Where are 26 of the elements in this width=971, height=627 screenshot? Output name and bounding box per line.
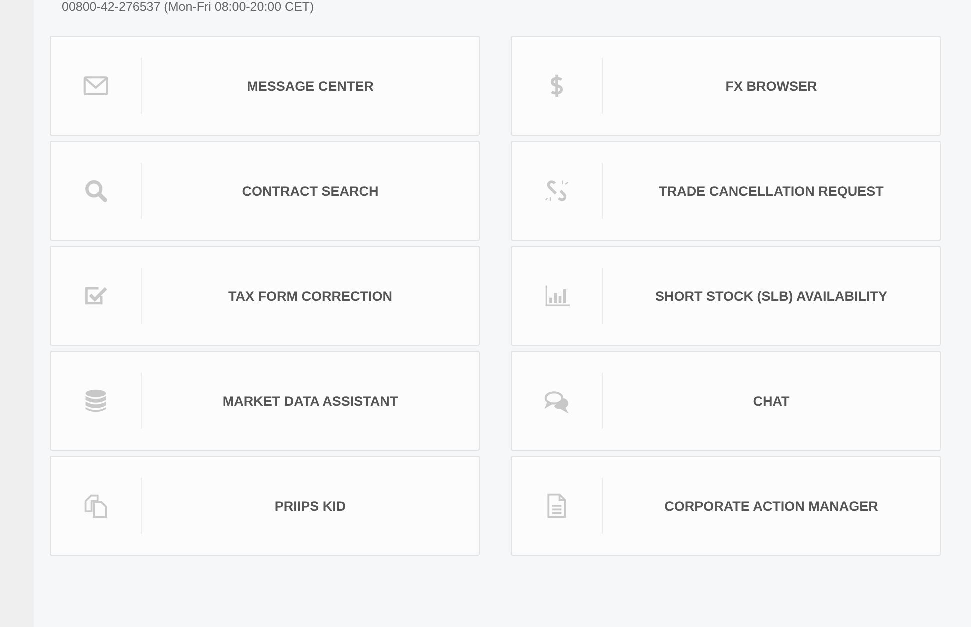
database-icon <box>83 388 109 414</box>
service-tile[interactable]: MESSAGE CENTER <box>50 36 480 136</box>
service-tile[interactable]: TRADE CANCELLATION REQUEST <box>511 141 941 241</box>
phone-number: 00800-42-276537 (Mon-Fri 08:00-20:00 CET) <box>62 0 316 14</box>
service-tile[interactable]: MARKET DATA ASSISTANT <box>50 351 480 451</box>
service-tile[interactable]: FX BROWSER <box>511 36 941 136</box>
tile-label: PRIIPS KID <box>274 498 348 514</box>
tile-label: TAX FORM CORRECTION <box>228 288 394 304</box>
bar-chart-icon <box>544 283 570 309</box>
tile-label: MESSAGE CENTER <box>246 78 375 94</box>
tile-label: SHORT STOCK (SLB) AVAILABILITY <box>654 288 888 304</box>
service-tile[interactable]: PRIIPS KID <box>50 456 480 556</box>
copy-icon <box>83 493 109 519</box>
service-tile[interactable]: CHAT <box>511 351 941 451</box>
service-tile[interactable]: TAX FORM CORRECTION <box>50 246 480 346</box>
search-icon <box>83 178 109 204</box>
tile-label: CHAT <box>752 394 791 408</box>
service-tile[interactable]: CONTRACT SEARCH <box>50 141 480 241</box>
tile-label: FX BROWSER <box>724 78 818 94</box>
service-tile[interactable]: CORPORATE ACTION MANAGER <box>511 456 941 556</box>
tile-label: CONTRACT SEARCH <box>241 184 380 198</box>
tile-label: TRADE CANCELLATION REQUEST <box>658 184 885 198</box>
broken-link-icon <box>544 178 570 204</box>
tile-label: MARKET DATA ASSISTANT <box>222 394 400 408</box>
tile-label: CORPORATE ACTION MANAGER <box>664 498 880 514</box>
service-tile[interactable]: SHORT STOCK (SLB) AVAILABILITY <box>511 246 941 346</box>
